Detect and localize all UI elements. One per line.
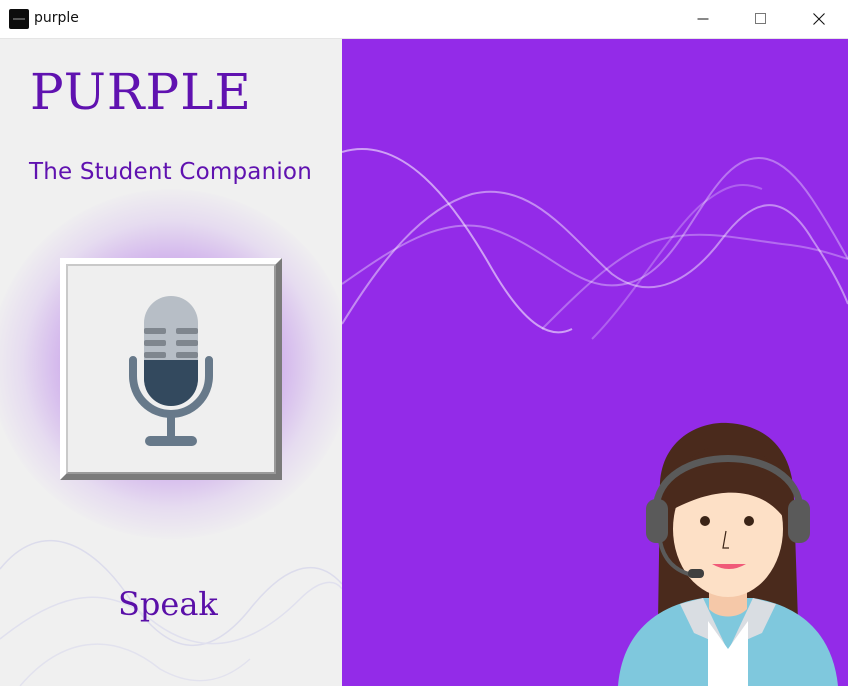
minimize-icon bbox=[697, 18, 709, 20]
support-agent-headset-illustration bbox=[618, 422, 838, 686]
app-name-heading: PURPLE bbox=[30, 63, 252, 121]
hero-panel bbox=[342, 39, 848, 686]
speak-label: Speak bbox=[118, 585, 218, 623]
app-tagline: The Student Companion bbox=[29, 159, 312, 185]
maximize-button[interactable] bbox=[732, 0, 790, 38]
close-button[interactable] bbox=[790, 0, 848, 38]
microphone-button[interactable] bbox=[60, 258, 282, 480]
minimize-button[interactable] bbox=[674, 0, 732, 38]
title-bar[interactable]: purple bbox=[0, 0, 848, 39]
microphone-icon bbox=[129, 296, 213, 446]
close-icon bbox=[813, 13, 825, 25]
maximize-icon bbox=[755, 13, 766, 24]
app-icon bbox=[9, 9, 29, 29]
sidebar-panel: PURPLE The Student Companion Speak bbox=[0, 39, 342, 686]
app-window: purple PURPLE The Student Companion Spea… bbox=[0, 0, 848, 686]
window-title: purple bbox=[34, 10, 79, 26]
